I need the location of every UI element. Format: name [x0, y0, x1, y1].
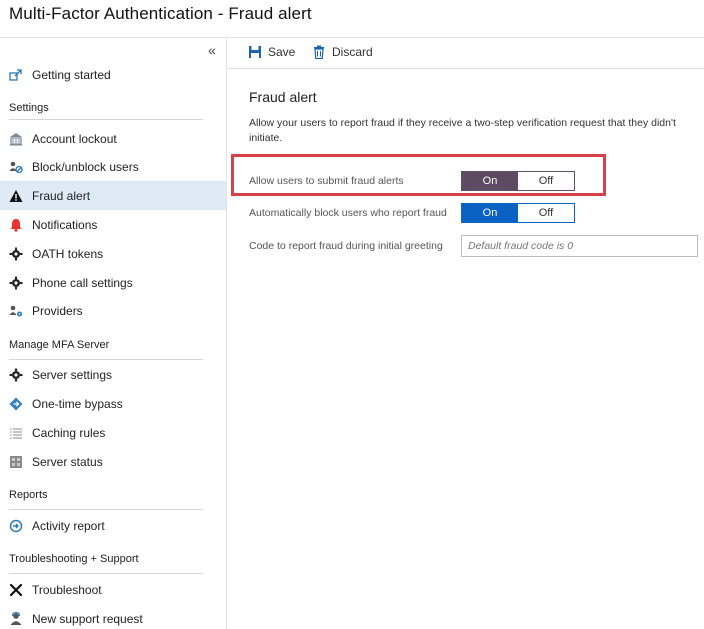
- sidebar-item-label: Activity report: [32, 518, 105, 533]
- sidebar-item-label: Caching rules: [32, 425, 106, 440]
- fraud-code-input[interactable]: [461, 235, 698, 257]
- description: Allow your users to report fraud if they…: [249, 117, 676, 144]
- support-person-icon: [8, 611, 24, 627]
- divider: [9, 119, 203, 120]
- list-icon: [8, 425, 24, 441]
- sidebar-item-block-unblock-users[interactable]: Block/unblock users: [0, 152, 226, 181]
- sidebar-item-notifications[interactable]: Notifications: [0, 210, 226, 239]
- collapse-sidebar-button[interactable]: «: [208, 42, 216, 58]
- title-bar: Multi-Factor Authentication - Fraud aler…: [0, 0, 704, 38]
- sidebar-item-label: Troubleshoot: [32, 582, 102, 597]
- sidebar-item-label: Phone call settings: [32, 275, 133, 290]
- section-heading-reports: Reports: [9, 489, 48, 501]
- discard-button[interactable]: Discard: [312, 45, 373, 59]
- toggle-on-option[interactable]: On: [462, 204, 518, 222]
- sidebar-item-activity-report[interactable]: Activity report: [0, 511, 226, 540]
- discard-label: Discard: [332, 45, 373, 59]
- sidebar-item-getting-started[interactable]: Getting started: [0, 60, 226, 89]
- sidebar: « Getting started Settings Account locko…: [0, 38, 227, 629]
- quickstart-icon: [8, 67, 24, 83]
- toggle-off-option[interactable]: Off: [518, 204, 574, 222]
- users-settings-icon: [8, 303, 24, 319]
- sidebar-item-account-lockout[interactable]: Account lockout: [0, 124, 226, 153]
- sidebar-item-label: Server settings: [32, 367, 113, 382]
- sidebar-item-label: Notifications: [32, 217, 98, 232]
- divider: [9, 573, 203, 574]
- section-heading-manage-mfa-server: Manage MFA Server: [9, 339, 110, 351]
- save-label: Save: [268, 45, 296, 59]
- save-icon: [249, 46, 261, 58]
- sidebar-item-one-time-bypass[interactable]: One-time bypass: [0, 389, 226, 418]
- sidebar-item-label: Account lockout: [32, 131, 117, 146]
- trash-icon: [314, 45, 324, 59]
- main-content: Fraud alert Allow your users to report f…: [228, 70, 704, 629]
- allow-fraud-alerts-toggle[interactable]: On Off: [461, 171, 575, 191]
- gear-icon: [8, 367, 24, 383]
- sidebar-item-troubleshoot[interactable]: Troubleshoot: [0, 575, 226, 604]
- sidebar-item-providers[interactable]: Providers: [0, 296, 226, 325]
- auto-block-label: Automatically block users who report fra…: [249, 207, 447, 219]
- activity-icon: [8, 518, 24, 534]
- save-button[interactable]: Save: [248, 45, 295, 59]
- section-title: Fraud alert: [249, 89, 317, 105]
- page-title: Multi-Factor Authentication - Fraud aler…: [9, 4, 312, 23]
- sidebar-item-fraud-alert[interactable]: Fraud alert: [0, 181, 226, 210]
- sidebar-item-oath-tokens[interactable]: OATH tokens: [0, 239, 226, 268]
- sidebar-item-label: Server status: [32, 454, 103, 469]
- sidebar-item-label: Block/unblock users: [32, 159, 139, 174]
- allow-fraud-alerts-label: Allow users to submit fraud alerts: [249, 175, 404, 187]
- section-heading-settings: Settings: [9, 102, 49, 114]
- fraud-code-label: Code to report fraud during initial gree…: [249, 240, 443, 252]
- sidebar-item-caching-rules[interactable]: Caching rules: [0, 418, 226, 447]
- sidebar-item-server-settings[interactable]: Server settings: [0, 360, 226, 389]
- bell-icon: [8, 217, 24, 233]
- sidebar-item-label: OATH tokens: [32, 246, 104, 261]
- gear-icon: [8, 246, 24, 262]
- auto-block-toggle[interactable]: On Off: [461, 203, 575, 223]
- sidebar-item-new-support-request[interactable]: New support request: [0, 604, 226, 629]
- building-icon: [8, 131, 24, 147]
- tools-icon: [8, 582, 24, 598]
- server-status-icon: [8, 454, 24, 470]
- toolbar: Save Discard: [227, 38, 704, 69]
- divider: [9, 509, 203, 510]
- sidebar-item-server-status[interactable]: Server status: [0, 447, 226, 476]
- sidebar-item-phone-call-settings[interactable]: Phone call settings: [0, 268, 226, 297]
- sidebar-item-label: One-time bypass: [32, 396, 123, 411]
- sidebar-item-label: New support request: [32, 611, 143, 626]
- sidebar-item-label: Getting started: [32, 67, 111, 82]
- users-block-icon: [8, 159, 24, 175]
- bypass-icon: [8, 396, 24, 412]
- toggle-off-option[interactable]: Off: [518, 172, 574, 190]
- sidebar-item-label: Fraud alert: [32, 188, 91, 203]
- warning-icon: [8, 188, 24, 204]
- section-heading-troubleshooting-support: Troubleshooting + Support: [9, 553, 139, 565]
- gear-icon: [8, 275, 24, 291]
- sidebar-item-label: Providers: [32, 303, 83, 318]
- toggle-on-option[interactable]: On: [462, 172, 518, 190]
